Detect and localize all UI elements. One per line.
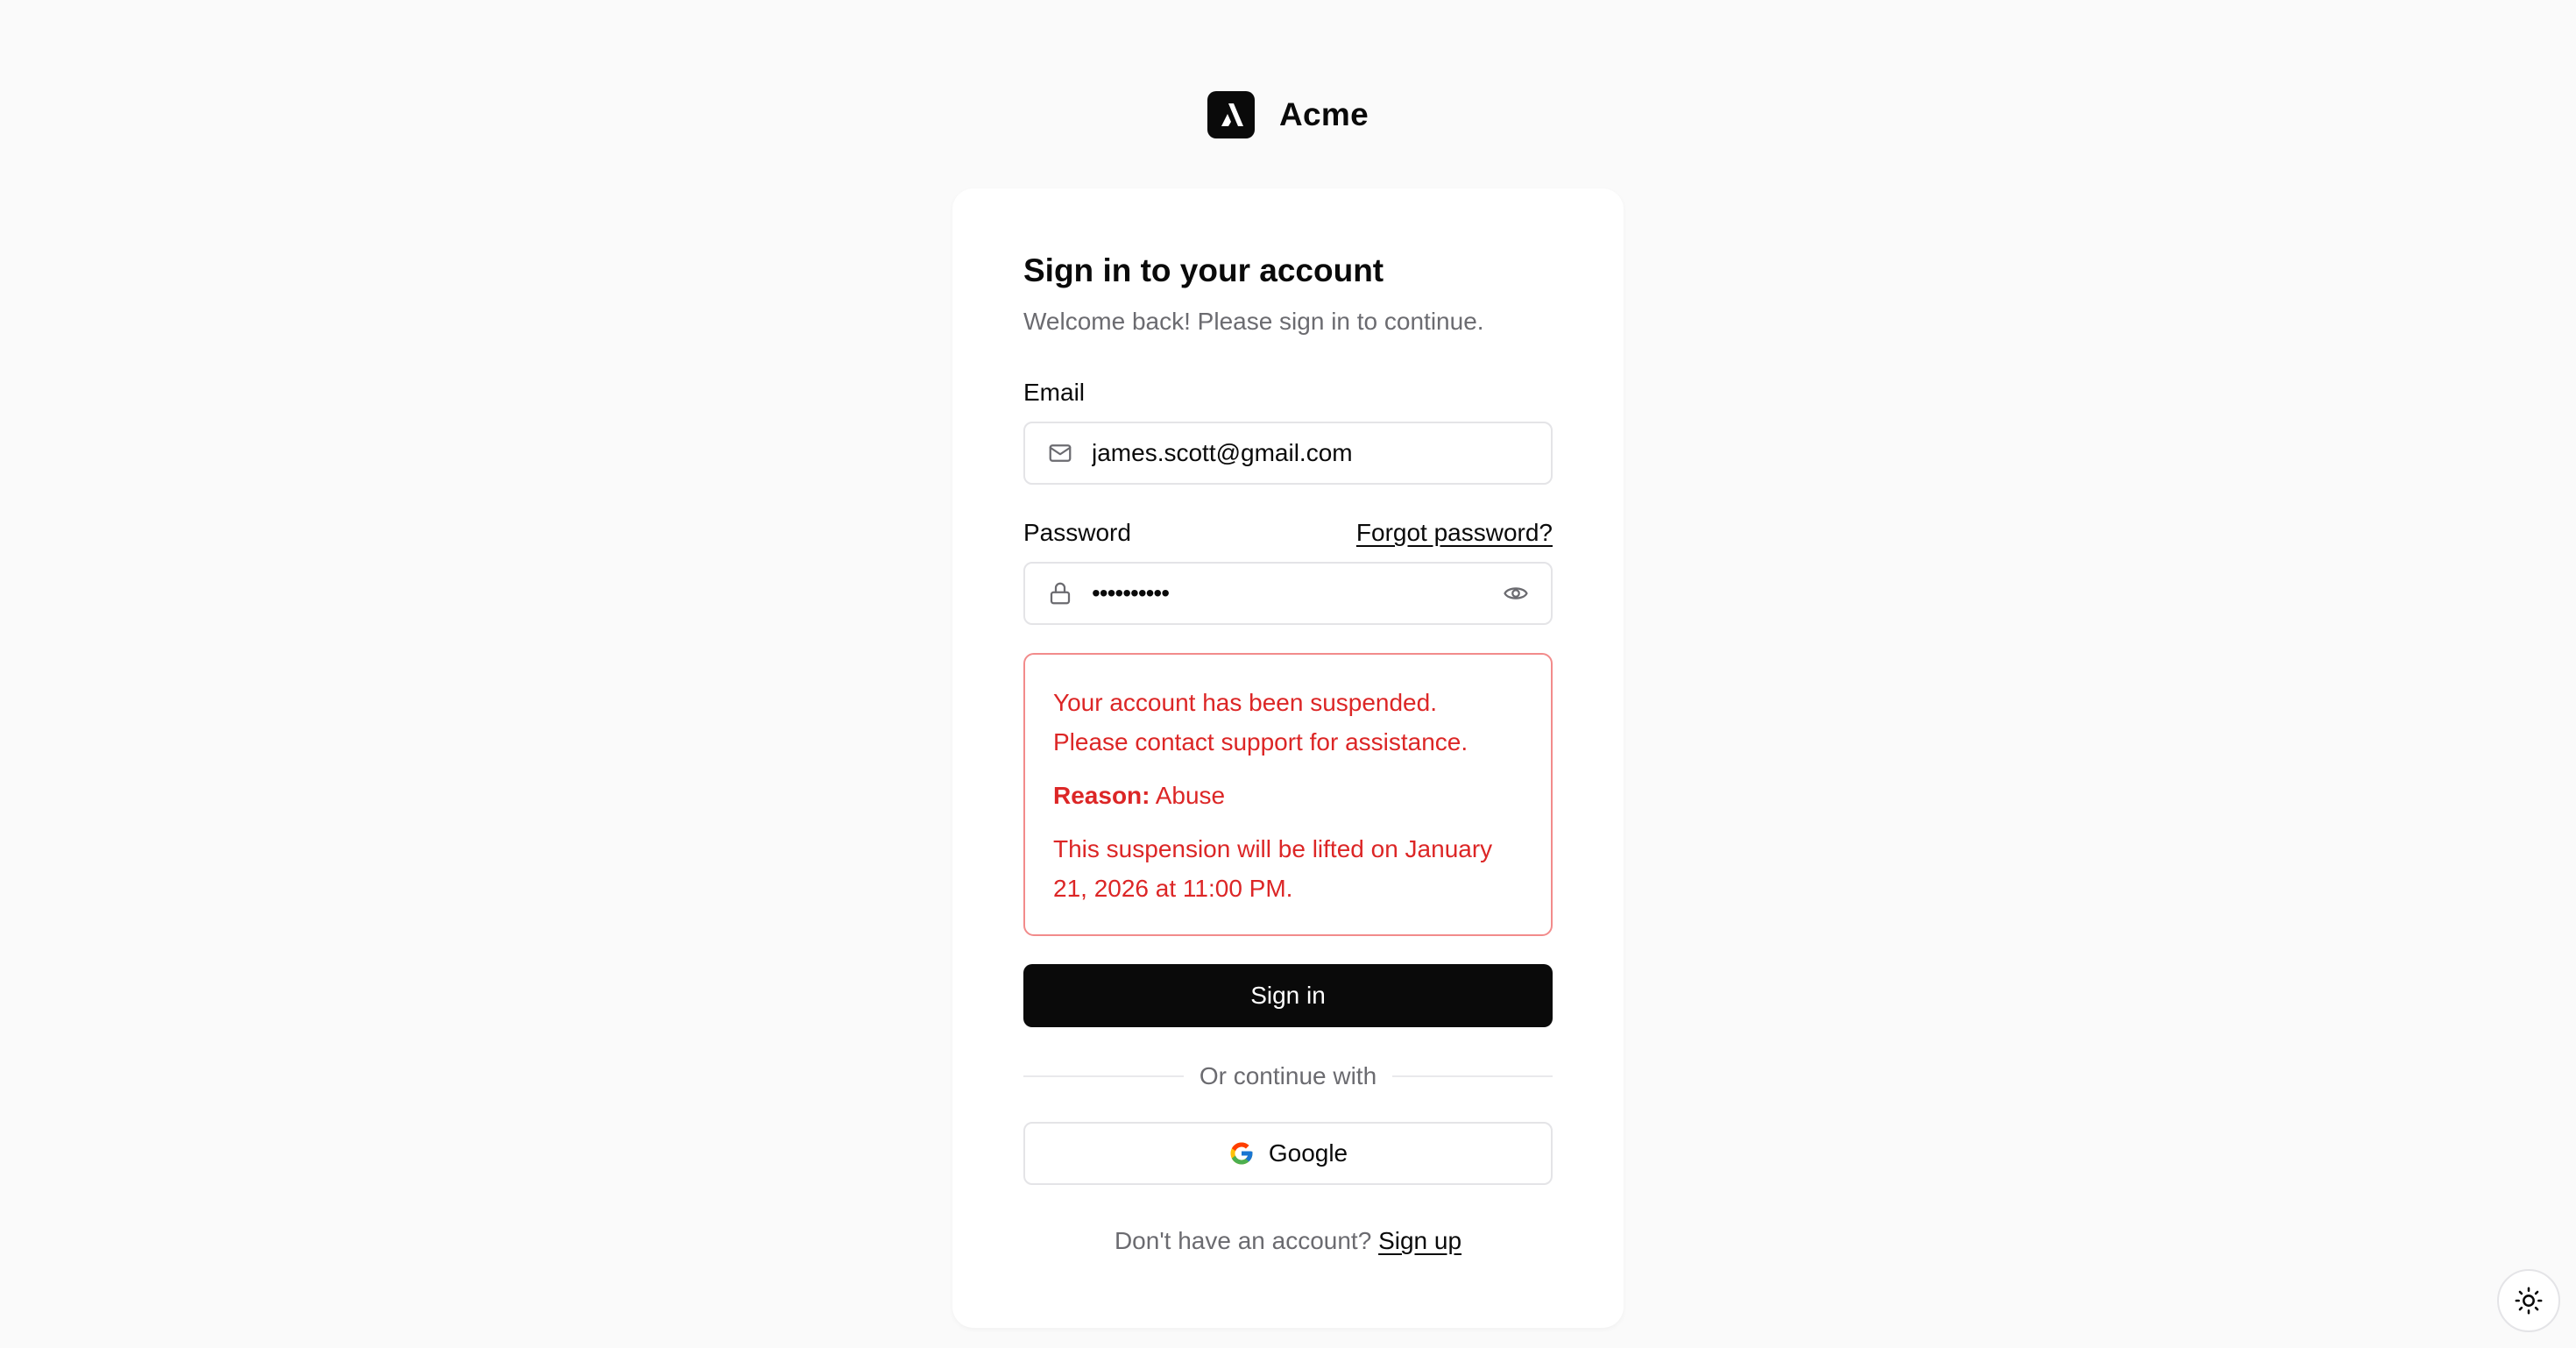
theme-toggle-button[interactable]: [2497, 1269, 2560, 1332]
password-input[interactable]: [1092, 579, 1484, 607]
support-message: Please contact support for assistance.: [1053, 728, 1468, 756]
suspension-lift-date: This suspension will be lifted on Januar…: [1053, 835, 1493, 902]
page-title: Sign in to your account: [1023, 252, 1384, 288]
google-icon: [1228, 1140, 1255, 1167]
suspension-reason: Reason: Abuse: [1053, 776, 1523, 815]
reason-label: Reason:: [1053, 782, 1150, 809]
sign-in-button[interactable]: Sign in: [1023, 964, 1553, 1027]
google-signin-button[interactable]: Google: [1023, 1122, 1553, 1185]
password-label: Password: [1023, 519, 1131, 546]
sun-icon: [2514, 1286, 2544, 1316]
google-label: Google: [1268, 1139, 1348, 1167]
lock-icon: [1046, 579, 1074, 607]
acme-logo-icon: [1207, 91, 1255, 138]
brand-header: Acme: [0, 91, 2576, 138]
or-divider: Or continue with: [1023, 1062, 1553, 1090]
no-account-text: Don't have an account?: [1114, 1227, 1372, 1254]
signup-prompt: Don't have an account? Sign up: [1023, 1227, 1553, 1255]
suspension-message: Your account has been suspended.: [1053, 689, 1437, 716]
email-label-row: Email: [1023, 378, 1553, 408]
page-subtitle: Welcome back! Please sign in to continue…: [1023, 308, 1484, 335]
signin-card: Sign in to your account Welcome back! Pl…: [952, 188, 1624, 1328]
forgot-password-link[interactable]: Forgot password?: [1356, 518, 1553, 548]
reason-value: Abuse: [1155, 782, 1226, 809]
divider-line-right: [1392, 1075, 1553, 1077]
password-label-row: Password Forgot password?: [1023, 518, 1553, 548]
mail-icon: [1046, 439, 1074, 467]
sign-up-link[interactable]: Sign up: [1378, 1227, 1461, 1254]
email-label: Email: [1023, 379, 1086, 406]
divider-line-left: [1023, 1075, 1184, 1077]
suspension-alert: Your account has been suspended. Please …: [1023, 653, 1553, 936]
divider-text: Or continue with: [1199, 1062, 1377, 1089]
email-field[interactable]: [1023, 422, 1553, 485]
brand-name: Acme: [1279, 96, 1369, 132]
password-field[interactable]: [1023, 562, 1553, 625]
eye-icon[interactable]: [1502, 579, 1530, 607]
email-input[interactable]: [1092, 439, 1530, 467]
